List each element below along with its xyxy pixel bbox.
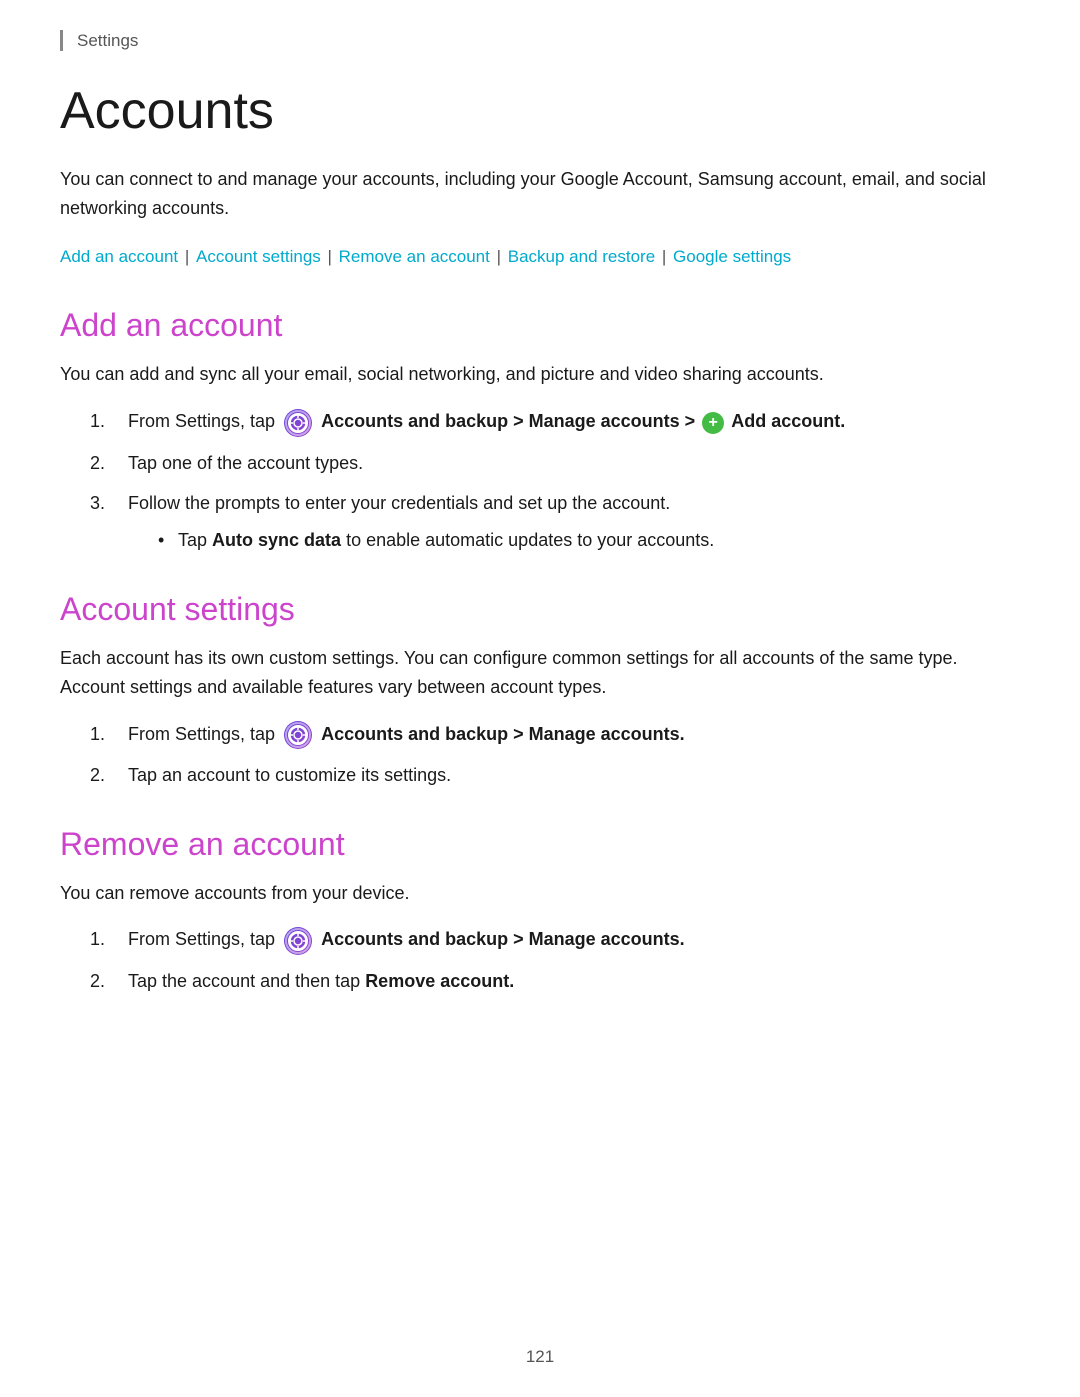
- step-2-text: Tap the account and then tap: [128, 971, 365, 991]
- step-1-bold-2: Add account.: [731, 411, 845, 431]
- section-add-account-intro: You can add and sync all your email, soc…: [60, 360, 1020, 389]
- list-item: From Settings, tap Accounts and backup >…: [80, 925, 1020, 954]
- bullet-list: Tap Auto sync data to enable automatic u…: [158, 526, 1020, 555]
- backup-restore-link[interactable]: Backup and restore: [508, 247, 655, 266]
- remove-account-link[interactable]: Remove an account: [339, 247, 490, 266]
- list-item: From Settings, tap Accounts and backup >…: [80, 720, 1020, 749]
- breadcrumb-text: Settings: [77, 31, 138, 50]
- settings-accounts-icon-2: [284, 721, 312, 749]
- account-settings-link[interactable]: Account settings: [196, 247, 321, 266]
- google-settings-link[interactable]: Google settings: [673, 247, 791, 266]
- nav-links: Add an account | Account settings | Remo…: [60, 243, 1020, 272]
- bullet-text: Tap Auto sync data to enable automatic u…: [178, 530, 714, 550]
- step-2-content: Tap an account to customize its settings…: [128, 761, 1020, 790]
- step-1-content: From Settings, tap Accounts and backup >…: [128, 720, 1020, 749]
- list-item: Tap one of the account types.: [80, 449, 1020, 478]
- add-account-plus-icon: [702, 412, 724, 434]
- section-add-account: Add an account You can add and sync all …: [60, 307, 1020, 554]
- step-text: From Settings, tap: [128, 929, 280, 949]
- step-2-content: Tap one of the account types.: [128, 449, 1020, 478]
- step-2-bold: Remove account.: [365, 971, 514, 991]
- add-account-link[interactable]: Add an account: [60, 247, 178, 266]
- section-add-account-steps: From Settings, tap Accounts and backup: [80, 407, 1020, 555]
- list-item: Tap Auto sync data to enable automatic u…: [158, 526, 1020, 555]
- section-remove-account-intro: You can remove accounts from your device…: [60, 879, 1020, 908]
- step-bold: Accounts and backup > Manage accounts.: [321, 724, 685, 744]
- section-account-settings-steps: From Settings, tap Accounts and backup >…: [80, 720, 1020, 790]
- page-number: 121: [0, 1347, 1080, 1367]
- step-3-content: Follow the prompts to enter your credent…: [128, 489, 1020, 555]
- section-add-account-title: Add an account: [60, 307, 1020, 344]
- section-account-settings: Account settings Each account has its ow…: [60, 591, 1020, 790]
- list-item: Tap the account and then tap Remove acco…: [80, 967, 1020, 996]
- settings-accounts-icon-1: [284, 409, 312, 437]
- section-account-settings-title: Account settings: [60, 591, 1020, 628]
- step-1-text: From Settings, tap: [128, 411, 280, 431]
- section-remove-account-steps: From Settings, tap Accounts and backup >…: [80, 925, 1020, 995]
- step-1-content: From Settings, tap Accounts and backup >…: [128, 925, 1020, 954]
- step-1-bold-1: Accounts and backup > Manage accounts >: [321, 411, 700, 431]
- step-text: From Settings, tap: [128, 724, 280, 744]
- section-remove-account-title: Remove an account: [60, 826, 1020, 863]
- section-remove-account: Remove an account You can remove account…: [60, 826, 1020, 996]
- page-container: Settings Accounts You can connect to and…: [0, 0, 1080, 1397]
- page-title: Accounts: [60, 81, 1020, 141]
- step-3-text: Follow the prompts to enter your credent…: [128, 493, 670, 513]
- step-1-content: From Settings, tap Accounts and backup: [128, 407, 1020, 436]
- settings-accounts-icon-3: [284, 927, 312, 955]
- page-intro: You can connect to and manage your accou…: [60, 165, 1020, 223]
- list-item: Follow the prompts to enter your credent…: [80, 489, 1020, 555]
- step-bold: Accounts and backup > Manage accounts.: [321, 929, 685, 949]
- breadcrumb: Settings: [60, 30, 1020, 51]
- list-item: From Settings, tap Accounts and backup: [80, 407, 1020, 436]
- section-account-settings-intro: Each account has its own custom settings…: [60, 644, 1020, 702]
- auto-sync-bold: Auto sync data: [212, 530, 341, 550]
- step-2-content: Tap the account and then tap Remove acco…: [128, 967, 1020, 996]
- list-item: Tap an account to customize its settings…: [80, 761, 1020, 790]
